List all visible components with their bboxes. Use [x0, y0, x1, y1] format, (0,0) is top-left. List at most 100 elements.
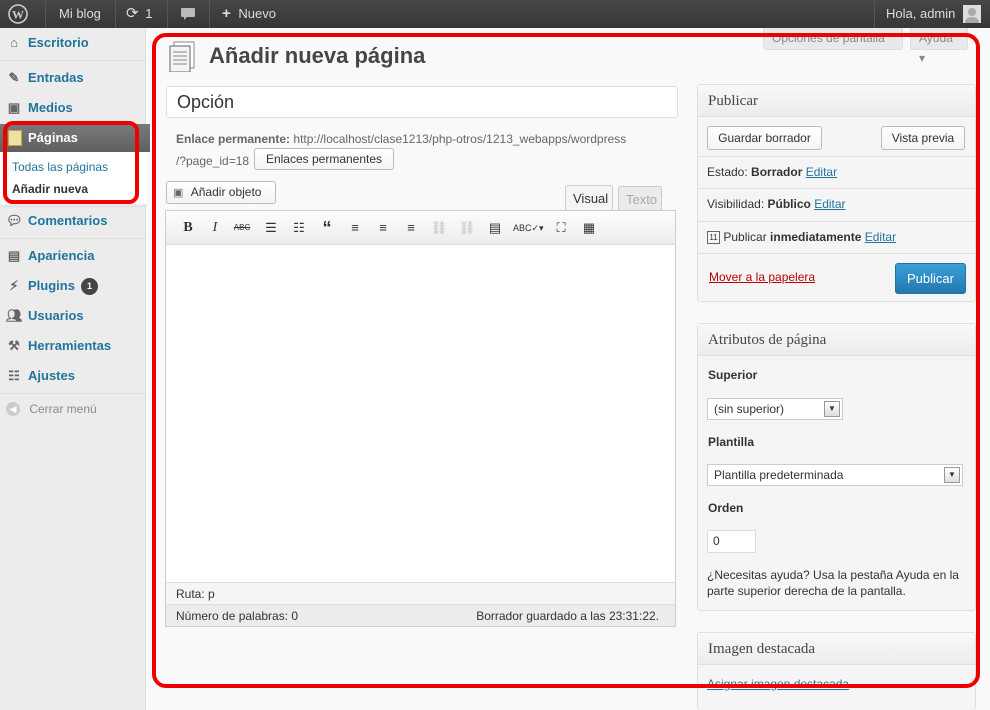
link-icon[interactable]: ⛓︎ [429, 219, 449, 237]
help-label: Ayuda [919, 31, 953, 45]
featured-image-box: Imagen destacada Asignar imagen destacad… [697, 632, 976, 710]
menu-item-comentarios[interactable]: 💬︎ Comentarios [0, 206, 146, 236]
fullscreen-icon[interactable]: ⛶ [551, 219, 571, 237]
post-title-input[interactable]: Opción [166, 86, 678, 118]
help-tab[interactable]: Ayuda ▾ [910, 28, 968, 65]
page-attributes-box: Atributos de página Superior (sin superi… [697, 323, 976, 611]
new-label: Nuevo [238, 6, 276, 21]
admin-sidebar: ⌂ Escritorio ✎ Entradas ▣ Medios Páginas… [0, 28, 150, 710]
template-select[interactable]: Plantilla predeterminada ▼ [707, 464, 963, 486]
account-menu[interactable]: Hola, admin [886, 0, 981, 28]
numbered-list-icon[interactable]: ☷ [289, 219, 309, 237]
menu-label: Ajustes [28, 368, 75, 383]
publish-schedule-value: inmediatamente [770, 230, 862, 244]
editor-path: Ruta: p [166, 582, 675, 604]
align-right-icon[interactable]: ≡ [401, 219, 421, 237]
italic-icon[interactable]: I [205, 219, 225, 237]
tab-visual[interactable]: Visual [565, 185, 613, 211]
bullet-list-icon[interactable]: ☰ [261, 219, 281, 237]
publish-button[interactable]: Publicar [895, 263, 966, 294]
attributes-help-text: ¿Necesitas ayuda? Usa la pestaña Ayuda e… [707, 568, 959, 598]
kitchen-sink-icon[interactable]: ▦ [579, 219, 599, 237]
permalink-url-1: http://localhost/clase1213/php-otros/121… [293, 132, 627, 146]
blockquote-icon[interactable]: “ [317, 219, 337, 237]
menu-item-ajustes[interactable]: ☷ Ajustes [0, 361, 146, 391]
align-left-icon[interactable]: ≡ [345, 219, 365, 237]
screen-options-tab[interactable]: Opciones de pantalla ▾ [763, 28, 903, 50]
menu-item-escritorio[interactable]: ⌂ Escritorio [0, 28, 146, 58]
refresh-icon: ⟳ [126, 5, 139, 22]
insert-more-icon[interactable]: ▤ [485, 219, 505, 237]
menu-item-herramientas[interactable]: ⚒︎ Herramientas [0, 331, 146, 361]
menu-item-entradas[interactable]: ✎ Entradas [0, 63, 146, 93]
visibility-row: Visibilidad: Público Editar [707, 197, 984, 211]
collapse-menu-button[interactable]: ◀ Cerrar menú [6, 400, 97, 417]
publish-box-title: Publicar [698, 85, 975, 117]
order-input[interactable]: 0 [707, 530, 756, 553]
appearance-icon: ▤ [7, 248, 21, 263]
word-count: Número de palabras: 0 [176, 609, 299, 623]
dashboard-icon: ⌂ [10, 35, 18, 50]
permalinks-button[interactable]: Enlaces permanentes [254, 148, 394, 170]
pushpin-icon: ✎ [8, 70, 20, 85]
submenu-add-new[interactable]: Añadir nueva [12, 182, 88, 196]
bold-icon[interactable]: B [178, 219, 198, 237]
collapse-label: Cerrar menú [29, 401, 97, 416]
parent-select-value: (sin superior) [714, 402, 785, 416]
permalink-label: Enlace permanente: [176, 132, 291, 146]
camera-icon: ▣ [173, 187, 184, 199]
permalink-url-2: /?page_id=18 [176, 154, 250, 168]
menu-label: Plugins 1 [28, 271, 98, 301]
editor-content-area[interactable] [166, 245, 675, 582]
page-title: Añadir nueva página [209, 43, 426, 68]
menu-item-plugins[interactable]: ⚡︎ Plugins 1 [0, 271, 146, 301]
set-featured-image-link[interactable]: Asignar imagen destacada [707, 677, 849, 691]
trash-link[interactable]: Mover a la papelera [709, 270, 815, 284]
featured-image-title: Imagen destacada [698, 633, 975, 665]
content-editor: B I ABC ☰ ☷ “ ≡ ≡ ≡ ⛓︎ ⛓︎ ▤ ABC✓▾ ⛶ ▦ Ru… [165, 210, 676, 627]
draft-saved-status: Borrador guardado a las 23:31:22. [476, 609, 659, 623]
menu-item-usuarios[interactable]: 👥︎ Usuarios [0, 301, 146, 331]
menu-item-apariencia[interactable]: ▤ Apariencia [0, 241, 146, 271]
parent-select[interactable]: (sin superior) ▼ [707, 398, 843, 420]
add-media-button[interactable]: ▣ Añadir objeto [166, 181, 276, 204]
chevron-down-icon: ▼ [824, 401, 840, 417]
spellcheck-icon[interactable]: ABC✓▾ [513, 219, 544, 237]
collapse-arrow-icon: ◀ [6, 401, 20, 416]
submenu-all-pages[interactable]: Todas las páginas [12, 160, 108, 174]
wordpress-logo-icon[interactable]: W [8, 0, 38, 28]
publish-schedule-label: Publicar [723, 230, 767, 244]
edit-status-link[interactable]: Editar [806, 165, 837, 179]
visibility-label: Visibilidad: [707, 197, 765, 211]
visibility-value: Público [767, 197, 811, 211]
menu-label: Medios [28, 100, 73, 115]
strikethrough-icon[interactable]: ABC [232, 219, 252, 237]
new-content-link[interactable]: + Nuevo [222, 0, 276, 28]
parent-label: Superior [708, 368, 758, 382]
status-label: Estado: [707, 165, 748, 179]
status-row: Estado: Borrador Editar [707, 165, 984, 179]
tab-text[interactable]: Texto [618, 186, 662, 211]
menu-label: Escritorio [28, 35, 89, 50]
add-media-label: Añadir objeto [190, 185, 262, 199]
svg-text:W: W [12, 8, 24, 22]
save-draft-button[interactable]: Guardar borrador [707, 126, 822, 150]
comments-link[interactable] [180, 0, 196, 28]
menu-item-medios[interactable]: ▣ Medios [0, 93, 146, 123]
users-icon: 👥︎ [6, 308, 23, 323]
align-center-icon[interactable]: ≡ [373, 219, 393, 237]
edit-schedule-link[interactable]: Editar [865, 230, 896, 244]
menu-label: Usuarios [28, 308, 84, 323]
template-label: Plantilla [708, 435, 755, 449]
unlink-icon[interactable]: ⛓︎ [457, 219, 477, 237]
menu-item-paginas-active[interactable]: Páginas [0, 124, 150, 152]
greeting-text: Hola, admin [886, 6, 956, 21]
tools-icon: ⚒︎ [8, 338, 20, 353]
edit-visibility-link[interactable]: Editar [814, 197, 845, 211]
site-name-link[interactable]: Mi blog [59, 0, 101, 28]
updates-link[interactable]: ⟳ 1 [126, 0, 152, 28]
plugins-update-badge: 1 [80, 278, 98, 296]
pages-icon [8, 130, 22, 146]
preview-button[interactable]: Vista previa [881, 126, 965, 150]
status-value: Borrador [751, 165, 803, 179]
